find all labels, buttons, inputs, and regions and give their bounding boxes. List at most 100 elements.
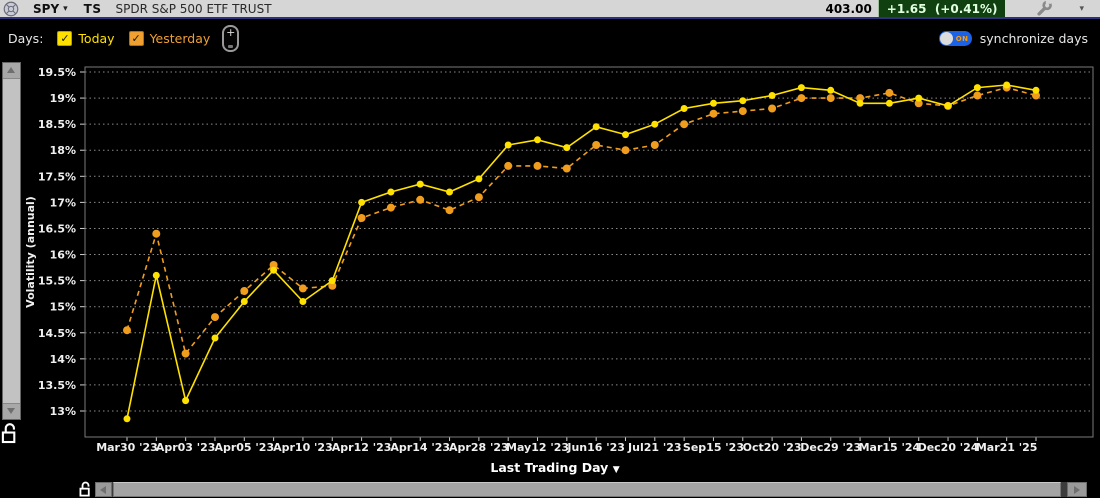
- series-point-yesterday: [416, 195, 425, 204]
- horizontal-scrollbar-thumb[interactable]: [113, 482, 1061, 497]
- symbol-label: SPY: [33, 1, 60, 16]
- series-point-yesterday: [533, 161, 542, 170]
- y-tick-label: 14%: [50, 353, 76, 366]
- series-point-yesterday: [445, 206, 454, 215]
- series-point-today: [856, 99, 864, 107]
- series-point-today: [827, 86, 835, 94]
- series-point-yesterday: [211, 313, 219, 322]
- series-point-today: [622, 131, 629, 139]
- check-icon: ✓: [131, 31, 141, 45]
- arrow-left-icon: [100, 486, 106, 494]
- x-tick-label: Apr10 '23: [273, 441, 333, 454]
- series-point-yesterday: [621, 146, 630, 155]
- x-tick-label: May12 '23: [506, 441, 569, 454]
- y-tick-label: 19%: [50, 92, 76, 105]
- header-dropdown-icon[interactable]: ▾: [1079, 4, 1084, 14]
- x-axis-label-text: Last Trading Day: [490, 460, 609, 475]
- series-point-today: [240, 298, 248, 305]
- series-point-today: [446, 188, 453, 196]
- series-point-today: [592, 123, 600, 131]
- y-tick-label: 19.5%: [38, 66, 76, 79]
- yesterday-checkbox[interactable]: ✓ Yesterday: [128, 30, 211, 46]
- series-point-yesterday: [357, 214, 366, 222]
- today-checkbox[interactable]: ✓ Today: [57, 30, 115, 46]
- today-checkbox-label: Today: [78, 30, 115, 46]
- series-point-today: [211, 334, 219, 342]
- arrow-right-icon: [1074, 486, 1080, 494]
- series-point-today: [152, 271, 160, 279]
- series-point-today: [739, 97, 747, 105]
- x-tick-label: Apr28 '23: [449, 441, 509, 454]
- ts-badge: TS: [83, 1, 102, 16]
- x-tick-label: Sep15 '23: [683, 441, 744, 454]
- x-tick-label: Dec29 '23: [800, 441, 861, 454]
- scroll-right-button[interactable]: [1067, 482, 1087, 497]
- series-point-today: [475, 175, 483, 183]
- series-point-yesterday: [826, 94, 835, 103]
- y-tick-label: 16.5%: [38, 222, 76, 235]
- horizontal-scrollbar[interactable]: [95, 482, 1087, 497]
- x-tick-label: Mar30 '23: [96, 441, 158, 454]
- y-tick-label: 18.5%: [38, 118, 76, 131]
- series-point-yesterday: [885, 88, 894, 97]
- series-point-today: [387, 188, 395, 196]
- series-point-today: [973, 84, 981, 92]
- series-point-yesterday: [680, 120, 689, 129]
- y-tick-label: 15.5%: [38, 275, 76, 288]
- series-point-yesterday: [240, 287, 249, 295]
- series-point-today: [504, 141, 512, 149]
- series-point-yesterday: [768, 104, 777, 113]
- chart-area: Volatility (annual) 19.5% 19% 18.5% 18% 17.5…: [0, 60, 1100, 498]
- scroll-left-button[interactable]: [95, 482, 112, 497]
- series-line-today: [126, 84, 1037, 419]
- series-point-today: [358, 198, 366, 206]
- x-axis-label[interactable]: Last Trading Day ▼: [455, 460, 655, 475]
- series-line-yesterday: [126, 86, 1037, 356]
- series-point-today: [563, 144, 571, 152]
- days-label: Days:: [8, 30, 44, 46]
- series-point-yesterday: [474, 193, 483, 202]
- series-point-yesterday: [123, 326, 131, 335]
- series-point-yesterday: [562, 164, 571, 173]
- unlock-icon-bottom[interactable]: [79, 481, 93, 498]
- series-point-today: [534, 136, 541, 144]
- series-point-yesterday: [738, 107, 747, 116]
- synchronize-toggle[interactable]: ON: [938, 30, 972, 46]
- add-day-control[interactable]: +: [222, 24, 240, 52]
- series-point-yesterday: [592, 141, 601, 149]
- x-axis-dropdown-icon: ▼: [612, 465, 620, 475]
- series-point-today: [768, 92, 776, 99]
- x-tick-label: Oct20 '23: [743, 441, 802, 454]
- today-checkbox-icon: ✓: [57, 30, 73, 46]
- x-tick-label: Mar15 '24: [859, 441, 921, 454]
- days-toolbar: Days: ✓ Today ✓ Yesterday + ON synchroni…: [0, 19, 1100, 57]
- wrench-icon[interactable]: [1035, 0, 1053, 18]
- instrument-title: SPDR S&P 500 ETF TRUST: [115, 1, 272, 16]
- yesterday-checkbox-label: Yesterday: [149, 30, 211, 46]
- x-tick-label: Mar21 '25: [976, 441, 1038, 454]
- y-tick-label: 16%: [50, 249, 76, 262]
- symbol-selector[interactable]: SPY ▾: [33, 2, 68, 16]
- app-window: SPY ▾ TS SPDR S&P 500 ETF TRUST 403.00 +…: [0, 0, 1100, 498]
- x-tick-label: Apr05 '23: [214, 441, 274, 454]
- series-point-today: [797, 84, 805, 92]
- x-tick-label: Jul21 '23: [627, 441, 682, 454]
- series-point-today: [1003, 81, 1011, 89]
- title-bar: SPY ▾ TS SPDR S&P 500 ETF TRUST 403.00 +…: [0, 0, 1100, 19]
- check-icon: ✓: [60, 31, 70, 45]
- series-point-today: [416, 180, 424, 188]
- x-tick-label: Dec20 '24: [918, 441, 979, 454]
- compass-icon[interactable]: [3, 1, 19, 17]
- series-point-yesterday: [152, 229, 161, 238]
- series-point-today: [915, 94, 923, 102]
- series-point-today: [270, 266, 278, 274]
- series-point-today: [182, 397, 190, 405]
- symbol-dropdown-icon: ▾: [63, 3, 68, 14]
- y-tick-label: 14.5%: [38, 327, 76, 340]
- synchronize-days-label: synchronize days: [979, 30, 1088, 46]
- x-tick-label: Jun16 '23: [566, 441, 625, 454]
- series-point-today: [123, 415, 131, 423]
- series-point-today: [299, 298, 307, 305]
- series-point-yesterday: [709, 109, 718, 118]
- volatility-chart[interactable]: 19.5% 19% 18.5% 18% 17.5% 17% 16.5% 16% 15.5% 15%…: [0, 60, 1100, 480]
